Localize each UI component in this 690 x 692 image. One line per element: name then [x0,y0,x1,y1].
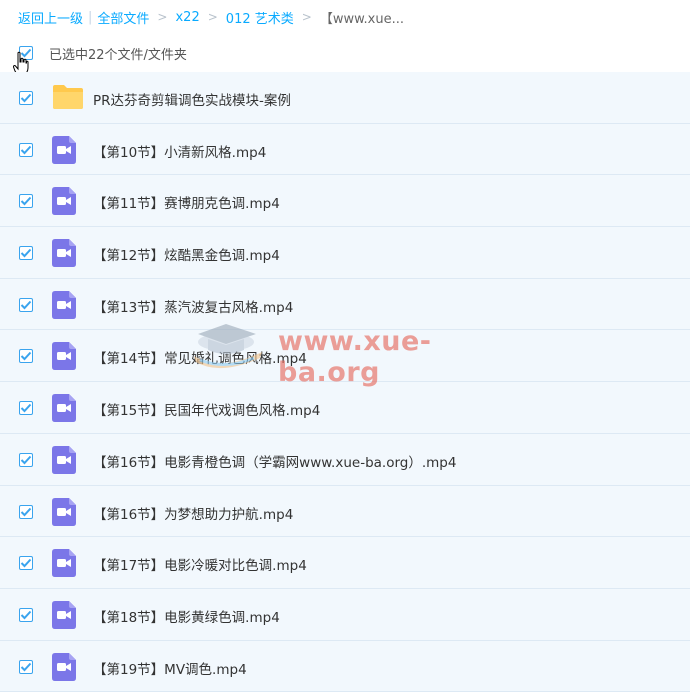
video-file-icon [52,549,76,581]
checkmark-icon [20,197,32,206]
breadcrumb: 返回上一级 | 全部文件 > x22 > 012 艺术类 > 【www.xue.… [18,7,404,27]
video-file-icon [52,342,76,374]
video-file-icon [52,445,76,478]
checkmark-icon [20,93,32,103]
row-checkbox[interactable] [19,91,33,105]
breadcrumb-art[interactable]: 012 艺术类 [226,8,294,27]
video-file-icon [52,652,76,685]
row-checkbox[interactable] [19,142,33,157]
file-name[interactable]: 【第16节】为梦想助力护航.mp4 [93,503,293,523]
file-row[interactable]: 【第18节】电影黄绿色调.mp4 [0,588,690,641]
row-checkbox[interactable] [19,556,33,571]
file-row[interactable]: 【第10节】小清新风格.mp4 [0,123,690,176]
file-name[interactable]: 【第13节】蒸汽波复古风格.mp4 [93,296,293,316]
file-row[interactable]: 【第17节】电影冷暖对比色调.mp4 [0,537,690,589]
folder-row[interactable]: PR达芬奇剪辑调色实战模块-案例 [0,72,690,124]
selection-count: 已选中22个文件/文件夹 [49,48,187,63]
checkmark-icon [20,662,32,672]
video-file-icon [52,187,76,219]
file-name[interactable]: 【第12节】炫酷黑金色调.mp4 [93,244,280,264]
row-checkbox[interactable] [19,607,33,622]
checkmark-icon [20,300,32,310]
file-row[interactable]: 【第15节】民国年代戏调色风格.mp4 [0,382,690,434]
back-link[interactable]: 返回上一级 [18,8,83,27]
checkmark-icon [20,248,32,258]
file-name[interactable]: 【第18节】电影黄绿色调.mp4 [93,606,280,626]
video-file-icon [52,497,76,530]
file-name[interactable]: 【第15节】民国年代戏调色风格.mp4 [93,399,320,419]
folder-icon [52,84,84,114]
file-row[interactable]: 【第16节】电影青橙色调（学霸网www.xue-ba.org）.mp4 [0,433,690,486]
breadcrumb-divider: | [88,9,93,25]
file-list: PR达芬奇剪辑调色实战模块-案例 【第10节】小清新风格.mp4 【第11节】赛博朋… [0,72,690,692]
video-file-icon [52,135,76,168]
video-file-icon [52,239,76,271]
checkmark-icon [20,610,32,620]
row-checkbox[interactable] [19,349,33,364]
checkmark-icon [20,403,32,413]
breadcrumb-separator-icon: > [157,10,168,24]
file-row[interactable]: 【第14节】常见婚礼调色风格.mp4 [0,330,690,383]
breadcrumb-current: 【www.xue... [319,11,404,27]
row-checkbox[interactable] [19,401,33,416]
breadcrumb-x22[interactable]: x22 [175,10,199,25]
breadcrumb-all-files[interactable]: 全部文件 [97,8,149,27]
row-checkbox[interactable] [19,452,33,467]
row-checkbox[interactable] [19,504,33,519]
file-name[interactable]: 【第17节】电影冷暖对比色调.mp4 [93,554,307,574]
row-checkbox[interactable] [19,246,33,261]
checkmark-icon [20,559,32,568]
file-name[interactable]: 【第10节】小清新风格.mp4 [93,141,266,161]
video-file-icon [52,290,76,323]
breadcrumb-separator-icon: > [207,10,218,24]
row-checkbox[interactable] [19,194,33,209]
checkmark-icon [20,352,32,361]
checkmark-icon [20,145,32,155]
video-file-icon [52,394,76,426]
selection-bar: 已选中22个文件/文件夹 [0,37,690,69]
file-name[interactable]: 【第19节】MV调色.mp4 [93,658,247,678]
video-file-icon [52,600,76,633]
row-checkbox[interactable] [19,297,33,312]
file-name[interactable]: 【第16节】电影青橙色调（学霸网www.xue-ba.org）.mp4 [93,451,456,471]
file-row[interactable]: 【第19节】MV调色.mp4 [0,640,690,692]
row-checkbox[interactable] [19,659,33,674]
file-name[interactable]: PR达芬奇剪辑调色实战模块-案例 [93,89,291,109]
file-row[interactable]: 【第12节】炫酷黑金色调.mp4 [0,227,690,279]
breadcrumb-separator-icon: > [301,10,312,24]
file-row[interactable]: 【第11节】赛博朋克色调.mp4 [0,175,690,228]
file-name[interactable]: 【第14节】常见婚礼调色风格.mp4 [93,347,307,367]
file-row[interactable]: 【第16节】为梦想助力护航.mp4 [0,485,690,538]
file-name[interactable]: 【第11节】赛博朋克色调.mp4 [93,192,280,212]
checkmark-icon [20,507,32,516]
file-row[interactable]: 【第13节】蒸汽波复古风格.mp4 [0,278,690,331]
checkmark-icon [20,455,32,465]
